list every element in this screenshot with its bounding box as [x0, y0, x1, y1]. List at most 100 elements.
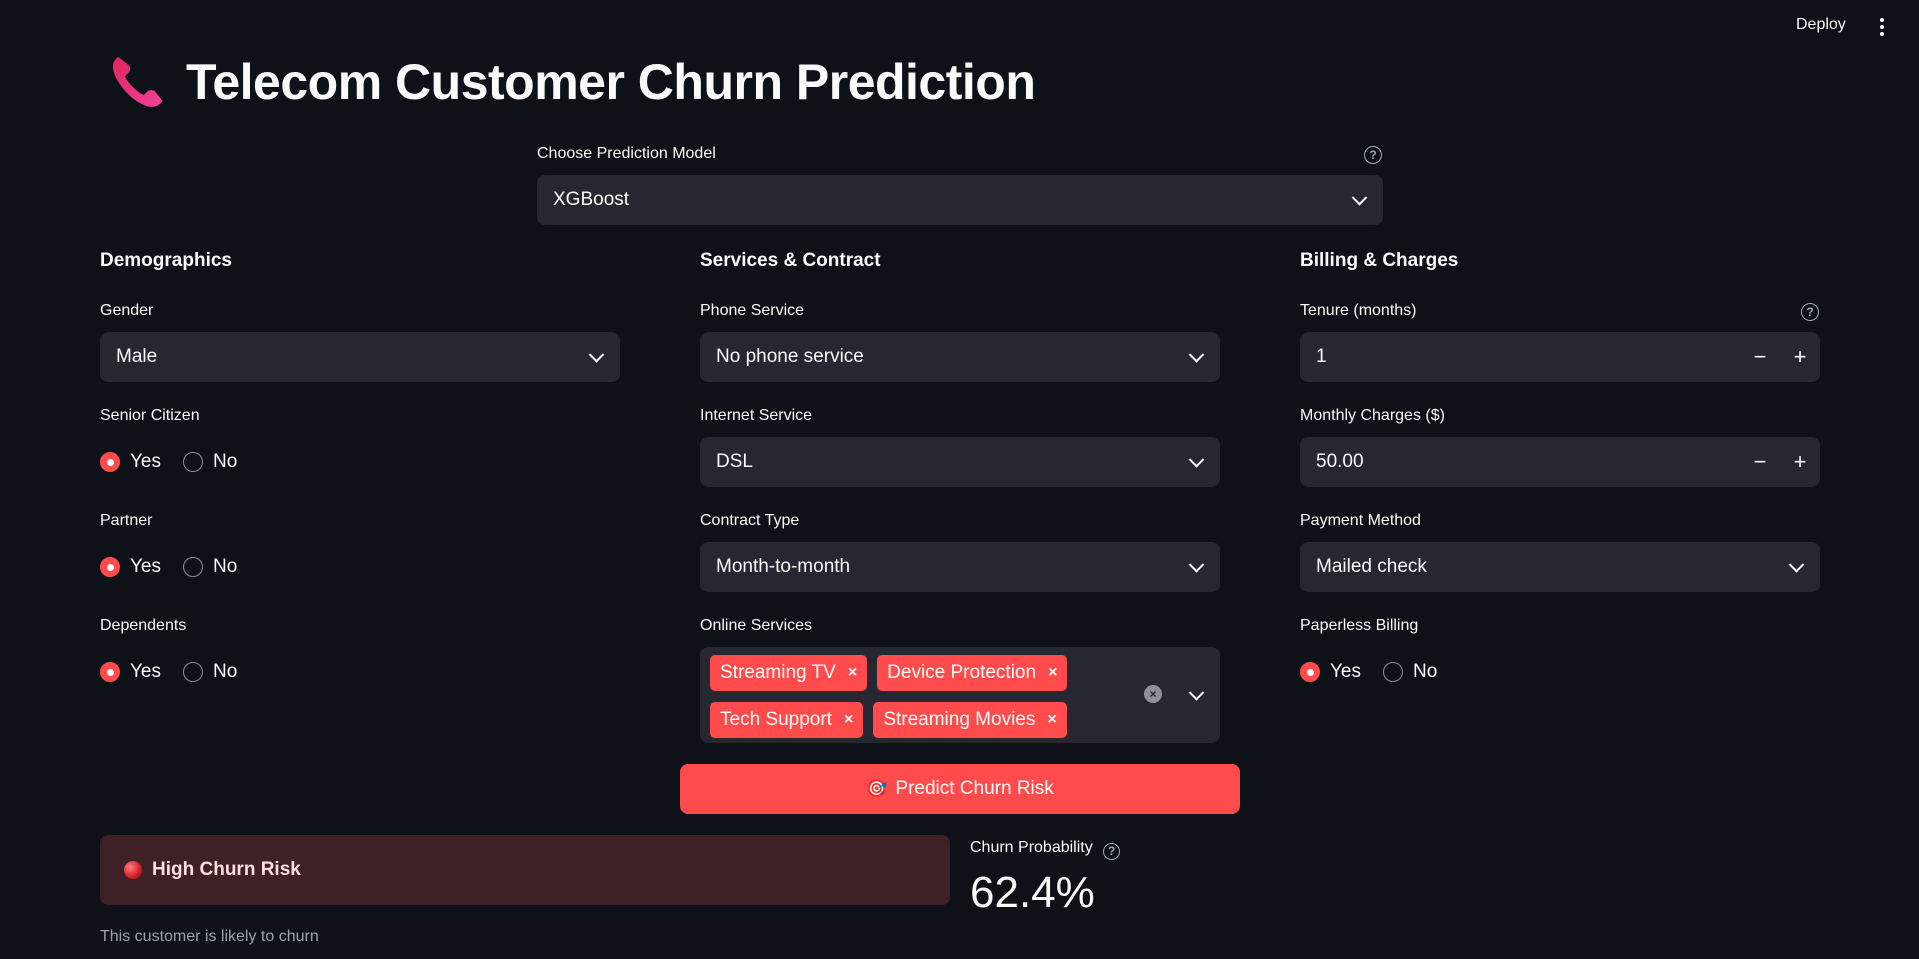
phone-service-select[interactable]: No phone service — [700, 332, 1220, 382]
tag-label: Tech Support — [720, 709, 832, 730]
chevron-down-icon — [588, 347, 605, 363]
decrement-icon[interactable]: − — [1740, 437, 1780, 487]
payment-method-value: Mailed check — [1316, 556, 1427, 577]
gender-label: Gender — [100, 302, 154, 319]
radio-unselected-icon[interactable] — [183, 557, 203, 577]
model-select-value: XGBoost — [553, 189, 630, 210]
red-circle-icon — [124, 861, 142, 879]
chevron-down-icon — [1788, 557, 1805, 573]
predict-button-label: Predict Churn Risk — [895, 778, 1054, 799]
churn-risk-alert: High Churn Risk — [100, 835, 950, 905]
billing-heading: Billing & Charges — [1300, 250, 1459, 271]
increment-icon[interactable]: + — [1780, 437, 1820, 487]
metric-label-text: Churn Probability — [970, 839, 1093, 856]
senior-citizen-no-option[interactable]: No — [183, 451, 237, 473]
payment-method-select[interactable]: Mailed check — [1300, 542, 1820, 592]
tag-list: Streaming TV × Device Protection × Tech Su… — [710, 655, 1110, 738]
chevron-down-icon — [1351, 190, 1368, 206]
online-services-label: Online Services — [700, 617, 813, 634]
tag-device-protection[interactable]: Device Protection × — [877, 655, 1068, 691]
senior-citizen-yes-option[interactable]: Yes — [100, 451, 161, 473]
close-icon[interactable]: × — [1048, 664, 1057, 682]
gender-select[interactable]: Male — [100, 332, 620, 382]
increment-icon[interactable]: + — [1780, 332, 1820, 382]
internet-service-value: DSL — [716, 451, 753, 472]
tag-label: Device Protection — [887, 662, 1037, 683]
contract-type-value: Month-to-month — [716, 556, 851, 577]
contract-type-select[interactable]: Month-to-month — [700, 542, 1220, 592]
option-label: Yes — [130, 661, 161, 682]
tag-label: Streaming Movies — [883, 709, 1036, 730]
help-icon[interactable]: ? — [1103, 842, 1121, 860]
close-icon[interactable]: × — [844, 711, 853, 729]
dependents-yes-option[interactable]: Yes — [100, 661, 161, 683]
chevron-down-icon[interactable] — [1188, 685, 1205, 701]
option-label: Yes — [130, 451, 161, 472]
alert-text: High Churn Risk — [152, 859, 301, 880]
close-icon[interactable]: × — [1047, 711, 1056, 729]
dependents-radio-group: Yes No — [100, 661, 259, 683]
radio-selected-icon[interactable] — [100, 557, 120, 577]
radio-selected-icon[interactable] — [1300, 662, 1320, 682]
radio-unselected-icon[interactable] — [183, 452, 203, 472]
page-title: Telecom Customer Churn Prediction — [186, 54, 1036, 110]
help-icon[interactable]: ? — [1801, 303, 1819, 321]
option-label: No — [213, 661, 238, 682]
monthly-charges-input[interactable]: 50.00 − + — [1300, 437, 1820, 487]
model-select-label: Choose Prediction Model — [537, 145, 716, 162]
dart-target-icon: 🎯 — [866, 779, 888, 798]
online-services-multiselect[interactable]: Streaming TV × Device Protection × Tech Su… — [700, 647, 1220, 743]
senior-citizen-radio-group: Yes No — [100, 451, 259, 473]
monthly-charges-label: Monthly Charges ($) — [1300, 407, 1445, 424]
option-label: No — [213, 556, 238, 577]
deploy-button[interactable]: Deploy — [1796, 16, 1846, 34]
chevron-down-icon — [1188, 452, 1205, 468]
tag-tech-support[interactable]: Tech Support × — [710, 702, 864, 738]
partner-no-option[interactable]: No — [183, 556, 237, 578]
phone-service-value: No phone service — [716, 346, 864, 367]
clear-all-icon[interactable]: × — [1144, 685, 1162, 703]
tag-streaming-movies[interactable]: Streaming Movies × — [873, 702, 1067, 738]
demographics-heading: Demographics — [100, 250, 232, 271]
internet-service-select[interactable]: DSL — [700, 437, 1220, 487]
option-label: No — [213, 451, 238, 472]
radio-selected-icon[interactable] — [100, 452, 120, 472]
paperless-billing-label: Paperless Billing — [1300, 617, 1419, 634]
tenure-label: Tenure (months) — [1300, 302, 1417, 319]
partner-radio-group: Yes No — [100, 556, 259, 578]
phone-service-label: Phone Service — [700, 302, 805, 319]
option-label: Yes — [1330, 661, 1361, 682]
close-icon[interactable]: × — [848, 664, 857, 682]
tag-streaming-tv[interactable]: Streaming TV × — [710, 655, 868, 691]
decrement-icon[interactable]: − — [1740, 332, 1780, 382]
paperless-no-option[interactable]: No — [1383, 661, 1437, 683]
radio-selected-icon[interactable] — [100, 662, 120, 682]
kebab-menu-icon[interactable] — [1872, 16, 1892, 38]
radio-unselected-icon[interactable] — [183, 662, 203, 682]
result-caption: This customer is likely to churn — [100, 928, 319, 945]
gender-select-value: Male — [116, 346, 158, 367]
payment-method-label: Payment Method — [1300, 512, 1421, 529]
radio-unselected-icon[interactable] — [1383, 662, 1403, 682]
predict-churn-button[interactable]: 🎯 Predict Churn Risk — [680, 764, 1240, 814]
partner-yes-option[interactable]: Yes — [100, 556, 161, 578]
tenure-value[interactable]: 1 — [1316, 346, 1327, 368]
chevron-down-icon — [1188, 347, 1205, 363]
dependents-label: Dependents — [100, 617, 187, 634]
telephone-receiver-icon — [112, 57, 163, 107]
dependents-no-option[interactable]: No — [183, 661, 237, 683]
monthly-charges-value[interactable]: 50.00 — [1316, 451, 1364, 473]
option-label: Yes — [130, 556, 161, 577]
page-header: Telecom Customer Churn Prediction — [108, 52, 1036, 112]
churn-probability-value: 62.4% — [970, 868, 1095, 917]
contract-type-label: Contract Type — [700, 512, 800, 529]
tag-label: Streaming TV — [720, 662, 836, 683]
senior-citizen-label: Senior Citizen — [100, 407, 200, 424]
tenure-input[interactable]: 1 − + — [1300, 332, 1820, 382]
paperless-billing-radio-group: Yes No — [1300, 661, 1459, 683]
help-icon[interactable]: ? — [1364, 146, 1382, 164]
services-heading: Services & Contract — [700, 250, 881, 271]
model-select[interactable]: XGBoost — [537, 175, 1383, 225]
paperless-yes-option[interactable]: Yes — [1300, 661, 1361, 683]
internet-service-label: Internet Service — [700, 407, 813, 424]
